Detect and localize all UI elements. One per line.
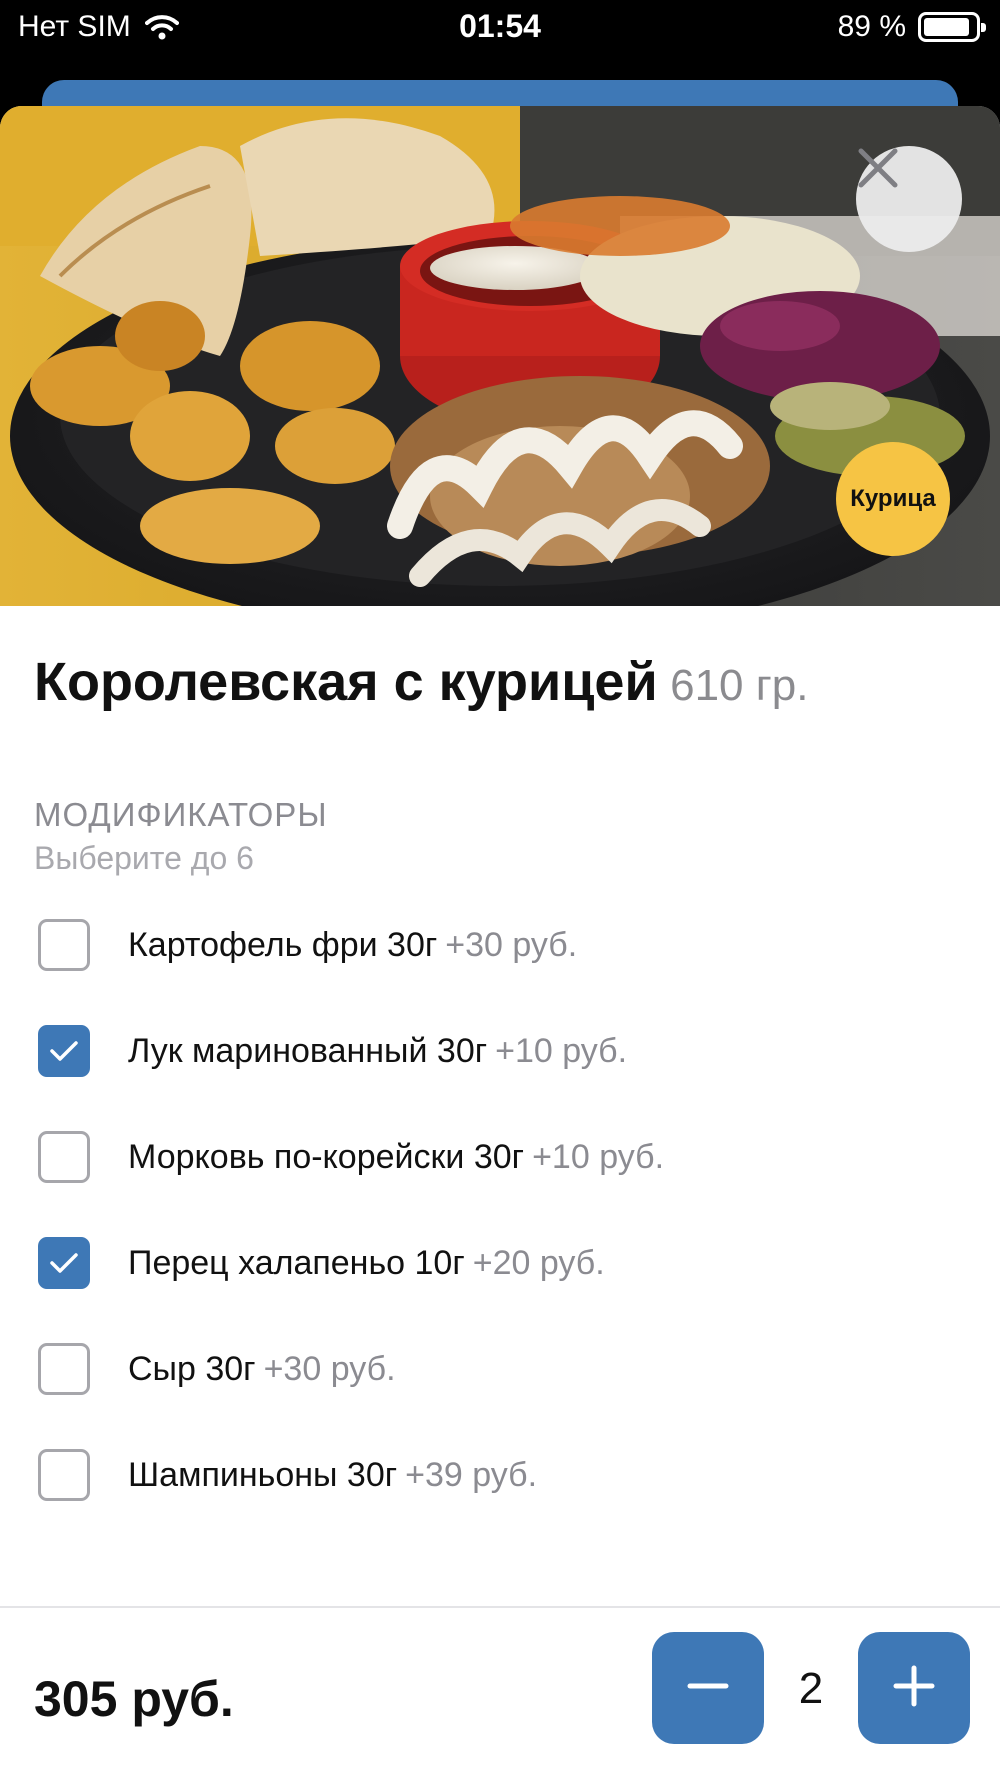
battery-icon [918,12,986,42]
order-footer: 305 руб. 2 [0,1606,1000,1778]
product-weight: 610 гр. [670,661,809,710]
modifier-item[interactable]: Картофель фри 30г +30 руб. [0,892,1000,998]
modifier-list: Картофель фри 30г +30 руб. Лук маринованн… [0,892,1000,1528]
modifier-label: Морковь по-корейски 30г +10 руб. [128,1138,664,1177]
checkmark-icon [50,1041,78,1061]
modifier-name: Шампиньоны 30г [128,1455,398,1494]
product-sheet: Курица Королевская с курицей 610 гр. МОД… [0,106,1000,1778]
modifier-checkbox[interactable] [38,1131,90,1183]
modifier-item[interactable]: Сыр 30г +30 руб. [0,1316,1000,1422]
status-bar: Нет SIM 01:54 89 % [0,0,1000,56]
product-photo: Курица [0,106,1000,606]
modifier-label: Шампиньоны 30г +39 руб. [128,1456,537,1495]
category-badge: Курица [836,442,950,556]
product-title: Королевская с курицей [34,652,658,712]
modifier-price: +39 руб. [405,1455,538,1494]
close-button[interactable] [856,146,962,252]
modifier-name: Перец халапеньо 10г [128,1243,465,1282]
quantity-value: 2 [798,1664,824,1713]
modifier-checkbox[interactable] [38,919,90,971]
modifiers-subheading: Выберите до 6 [34,840,254,876]
battery-percent: 89 % [837,10,906,43]
modifier-item[interactable]: Морковь по-корейски 30г +10 руб. [0,1104,1000,1210]
product-title-row: Королевская с курицей 610 гр. [34,651,974,713]
modifier-item[interactable]: Лук маринованный 30г +10 руб. [0,998,1000,1104]
battery-level [924,18,969,36]
modifier-checkbox[interactable] [38,1025,90,1077]
modifier-item[interactable]: Перец халапеньо 10г +20 руб. [0,1210,1000,1316]
modifier-price: +30 руб. [263,1349,396,1388]
modifier-price: +10 руб. [495,1031,628,1070]
modifiers-heading: МОДИФИКАТОРЫ [34,796,328,833]
modifier-label: Картофель фри 30г +30 руб. [128,926,577,965]
modifier-name: Картофель фри 30г [128,925,438,964]
modifier-price: +20 руб. [472,1243,605,1282]
modifier-name: Сыр 30г [128,1349,256,1388]
modifier-name: Лук маринованный 30г [128,1031,488,1070]
modifier-name: Морковь по-корейски 30г [128,1137,525,1176]
battery-group: 89 % [837,10,986,44]
plus-icon [892,1664,936,1713]
modifier-label: Перец халапеньо 10г +20 руб. [128,1244,605,1283]
modifier-checkbox[interactable] [38,1237,90,1289]
modifier-label: Лук маринованный 30г +10 руб. [128,1032,627,1071]
increase-quantity-button[interactable] [858,1632,970,1744]
modifier-item[interactable]: Шампиньоны 30г +39 руб. [0,1422,1000,1528]
modifier-price: +10 руб. [532,1137,665,1176]
modifier-price: +30 руб. [445,925,578,964]
minus-icon [686,1664,730,1713]
modifier-label: Сыр 30г +30 руб. [128,1350,396,1389]
modifier-checkbox[interactable] [38,1343,90,1395]
modifier-checkbox[interactable] [38,1449,90,1501]
total-price: 305 руб. [34,1671,234,1727]
decrease-quantity-button[interactable] [652,1632,764,1744]
checkmark-icon [50,1253,78,1273]
